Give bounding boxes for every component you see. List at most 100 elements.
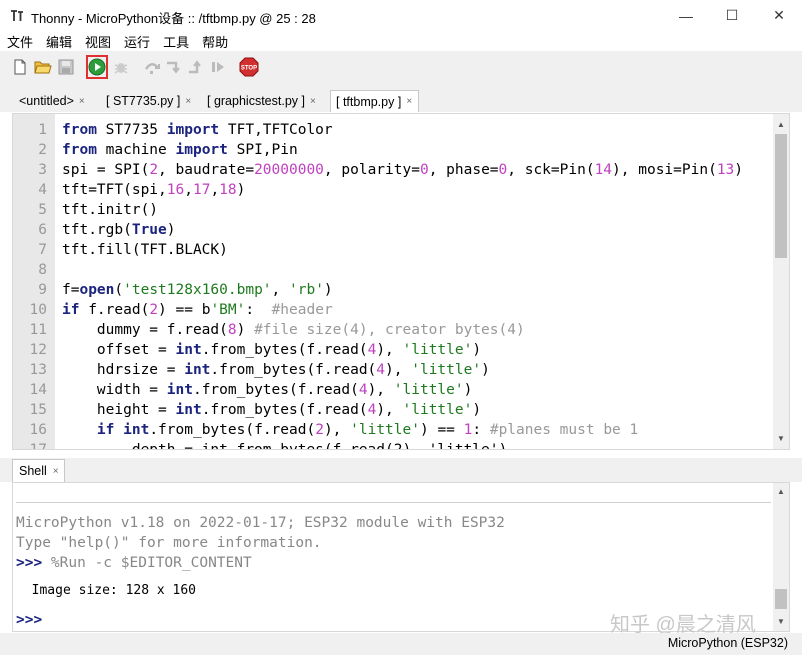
minimize-button[interactable]: —	[663, 0, 709, 31]
open-file-button[interactable]	[33, 57, 53, 77]
menu-tools[interactable]: 工具	[156, 31, 195, 51]
menu-run[interactable]: 运行	[117, 31, 156, 51]
code-token: ), mosi=Pin(	[612, 162, 717, 178]
close-tab-icon[interactable]: ×	[79, 96, 85, 107]
code-token: int	[123, 422, 150, 438]
tab-graphicstest[interactable]: [ graphicstest.py ] ×	[203, 90, 320, 112]
code-editor[interactable]: 1 2 3 4 5 6 7 8 9 10 11 12 13 14 15 16 17 from ST7735 im…	[12, 113, 790, 450]
code-token: #file size(4), creator bytes(4)	[254, 322, 525, 338]
code-line: tft=TFT(spi,16,17,18)	[62, 180, 743, 200]
thonny-app-icon	[10, 9, 24, 23]
code-token: ),	[367, 382, 394, 398]
tab-shell[interactable]: Shell ×	[12, 459, 65, 482]
shell-command-line: >>> %Run -c $EDITOR_CONTENT	[16, 553, 252, 573]
code-token: TFT,TFTColor	[219, 122, 333, 138]
scroll-up-arrow-icon[interactable]: ▲	[777, 120, 785, 129]
close-tab-icon[interactable]: ×	[310, 96, 316, 107]
code-token: .from_bytes(f.read(	[192, 382, 359, 398]
code-token: SPI,Pin	[227, 142, 298, 158]
shell-command: %Run -c $EDITOR_CONTENT	[42, 555, 252, 571]
editor-scrollbar[interactable]: ▲ ▼	[773, 114, 789, 449]
code-token: 4	[358, 382, 368, 398]
code-token: int	[175, 342, 202, 358]
code-token: tft.fill(TFT.BLACK)	[62, 242, 228, 258]
line-number: 1	[38, 122, 47, 138]
code-token: 'little'	[350, 422, 420, 438]
shell-scrollbar-thumb[interactable]	[775, 589, 787, 609]
tab-tftbmp[interactable]: [ tftbmp.py ] ×	[330, 90, 420, 112]
code-token: :	[472, 422, 490, 438]
resume-icon	[212, 62, 224, 72]
code-token: #header	[271, 302, 333, 318]
tab-untitled[interactable]: <untitled> ×	[15, 90, 89, 112]
step-into-icon	[167, 61, 180, 74]
code-line: spi = SPI(2, baudrate=20000000, polarity…	[62, 160, 743, 180]
close-tab-icon[interactable]: ×	[185, 96, 191, 107]
line-number: 15	[29, 402, 47, 418]
line-number: 6	[38, 222, 47, 238]
step-into-button[interactable]	[164, 57, 184, 77]
code-text[interactable]: from ST7735 import TFT,TFTColor from mach…	[62, 120, 743, 449]
step-over-icon	[144, 63, 160, 74]
code-line: hdrsize = int.from_bytes(f.read(4), 'lit…	[62, 360, 743, 380]
code-token: ) ==	[419, 422, 464, 438]
save-file-button[interactable]	[56, 57, 76, 77]
step-over-button[interactable]	[142, 57, 162, 77]
step-out-button[interactable]	[186, 57, 206, 77]
shell-divider	[16, 502, 771, 503]
code-line: tft.rgb(True)	[62, 220, 743, 240]
code-token: 8	[227, 322, 237, 338]
line-number: 9	[38, 282, 47, 298]
line-number: 17	[29, 442, 47, 450]
maximize-icon: ☐	[725, 7, 739, 23]
code-line: if int.from_bytes(f.read(2), 'little') =…	[62, 420, 743, 440]
window-title: Thonny - MicroPython设备 :: /tftbmp.py @ 2…	[31, 11, 316, 26]
shell-input-prompt[interactable]: >>>	[16, 610, 42, 630]
code-token: int	[184, 362, 211, 378]
resume-button[interactable]	[208, 57, 228, 77]
code-token: )	[236, 182, 246, 198]
maximize-button[interactable]: ☐	[709, 0, 755, 31]
code-line: from ST7735 import TFT,TFTColor	[62, 120, 743, 140]
menu-file[interactable]: 文件	[0, 31, 39, 51]
code-token: )	[323, 282, 333, 298]
code-token: 'test128x160.bmp'	[123, 282, 272, 298]
new-file-button[interactable]	[10, 57, 30, 77]
code-token: 'little'	[411, 362, 482, 378]
scroll-up-arrow-icon[interactable]: ▲	[777, 487, 785, 496]
menu-edit[interactable]: 编辑	[39, 31, 78, 51]
code-token: machine	[96, 142, 176, 158]
close-tab-icon[interactable]: ×	[53, 466, 59, 477]
stop-button[interactable]: STOP	[239, 57, 259, 77]
close-tab-icon[interactable]: ×	[406, 96, 412, 107]
debug-button[interactable]	[111, 57, 131, 77]
code-line: offset = int.from_bytes(f.read(4), 'litt…	[62, 340, 743, 360]
code-token: .from_bytes(f.read(	[201, 402, 368, 418]
tab-st7735[interactable]: [ ST7735.py ] ×	[102, 90, 195, 112]
code-token: from	[62, 122, 97, 138]
menu-help[interactable]: 帮助	[195, 31, 234, 51]
code-token: , sck=Pin(	[507, 162, 595, 178]
shell-scrollbar[interactable]: ▲ ▼	[773, 483, 789, 631]
code-token: 'BM'	[210, 302, 246, 318]
interpreter-selector[interactable]: MicroPython (ESP32)	[668, 636, 788, 650]
code-token: 2	[149, 162, 159, 178]
code-token: 20000000	[254, 162, 324, 178]
code-token: int	[166, 382, 193, 398]
menu-view[interactable]: 视图	[78, 31, 117, 51]
line-number: 3	[38, 162, 47, 178]
scroll-down-arrow-icon[interactable]: ▼	[777, 617, 785, 626]
tab-label: [ ST7735.py ]	[106, 94, 181, 108]
close-window-button[interactable]: ✕	[756, 0, 802, 31]
code-token: 17	[192, 182, 211, 198]
editor-scrollbar-thumb[interactable]	[775, 134, 787, 258]
scroll-down-arrow-icon[interactable]: ▼	[777, 434, 785, 443]
code-token: height =	[62, 402, 176, 418]
shell-banner-line2: Type "help()" for more information.	[16, 535, 322, 551]
line-number: 2	[38, 142, 47, 158]
editor-tab-strip: <untitled> × [ ST7735.py ] × [ graphicstes…	[0, 86, 802, 112]
line-number: 14	[29, 382, 47, 398]
code-line: tft.initr()	[62, 200, 743, 220]
code-line: width = int.from_bytes(f.read(4), 'littl…	[62, 380, 743, 400]
